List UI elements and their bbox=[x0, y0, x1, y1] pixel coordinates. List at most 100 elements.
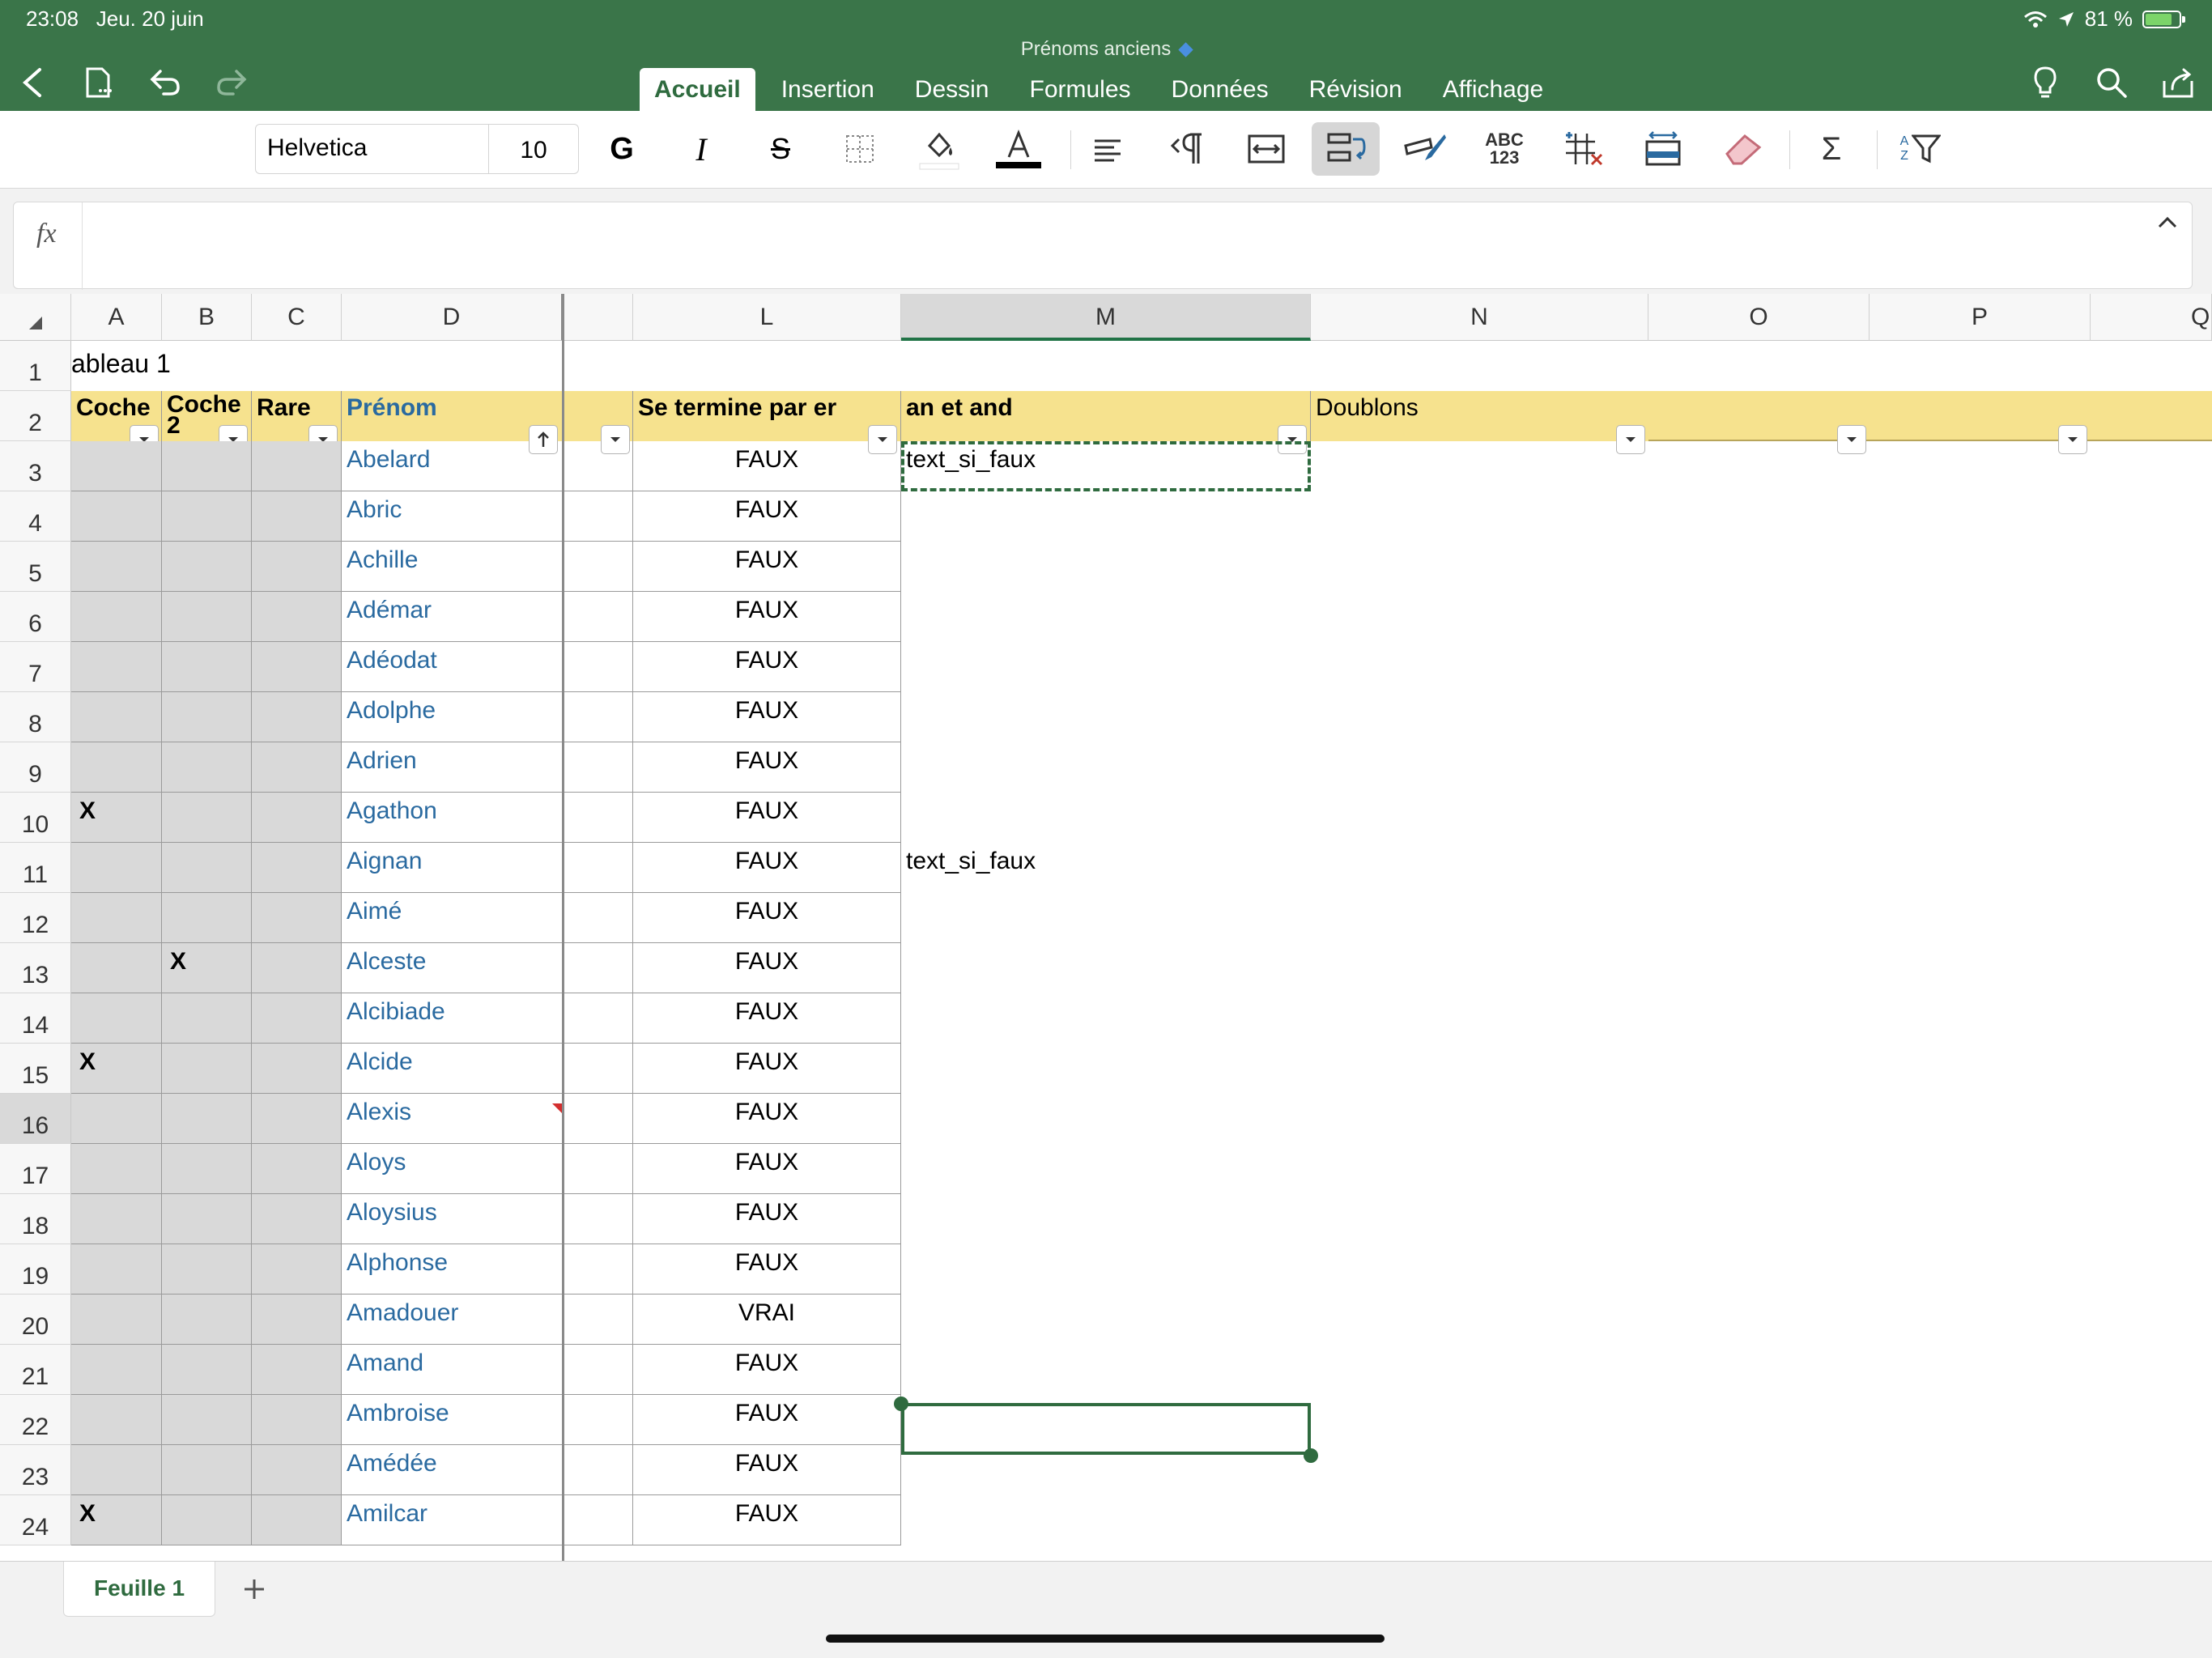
cell-hidden-gap[interactable] bbox=[563, 1345, 633, 1395]
file-menu-button[interactable] bbox=[76, 60, 121, 105]
cell-coche[interactable] bbox=[71, 742, 162, 793]
cell-coche-2[interactable] bbox=[162, 491, 252, 542]
cell-coche[interactable] bbox=[71, 1244, 162, 1295]
cell-hidden-gap[interactable] bbox=[563, 1445, 633, 1495]
cell-se-termine-par-er[interactable]: FAUX bbox=[633, 1044, 901, 1094]
cell-coche-2[interactable] bbox=[162, 1395, 252, 1445]
cell-hidden-gap[interactable] bbox=[563, 793, 633, 843]
share-button[interactable] bbox=[2155, 60, 2201, 105]
row-header[interactable]: 18 bbox=[0, 1194, 71, 1244]
cell-coche-2[interactable] bbox=[162, 642, 252, 692]
row-header[interactable]: 6 bbox=[0, 592, 71, 642]
column-header-p[interactable]: P bbox=[1870, 294, 2091, 341]
cell-rare[interactable] bbox=[252, 642, 342, 692]
row-header[interactable]: 21 bbox=[0, 1345, 71, 1395]
font-name-field[interactable]: Helvetica bbox=[256, 125, 489, 173]
cell-coche-2[interactable] bbox=[162, 592, 252, 642]
cell-se-termine-par-er[interactable]: FAUX bbox=[633, 692, 901, 742]
fill-color-button[interactable] bbox=[905, 122, 973, 176]
cell-se-termine-par-er[interactable]: FAUX bbox=[633, 1495, 901, 1545]
row-header[interactable]: 7 bbox=[0, 642, 71, 692]
selection-handle-bottom-right[interactable] bbox=[1304, 1448, 1318, 1463]
row-header[interactable]: 15 bbox=[0, 1044, 71, 1094]
cell-coche-2[interactable] bbox=[162, 1144, 252, 1194]
cell-coche[interactable] bbox=[71, 843, 162, 893]
cell-rare[interactable] bbox=[252, 1144, 342, 1194]
cell-coche[interactable] bbox=[71, 592, 162, 642]
cell-coche[interactable] bbox=[71, 1194, 162, 1244]
cell-prenom[interactable]: Amédée bbox=[342, 1445, 563, 1495]
tab-accueil[interactable]: Accueil bbox=[640, 68, 755, 111]
cell-prenom[interactable]: Alexis bbox=[342, 1094, 563, 1144]
cell-coche[interactable] bbox=[71, 642, 162, 692]
cell-prenom[interactable]: Achille bbox=[342, 542, 563, 592]
cell-coche-2[interactable] bbox=[162, 1495, 252, 1545]
cell-coche[interactable]: X bbox=[71, 793, 162, 843]
filter-dropdown-p[interactable] bbox=[2058, 425, 2087, 454]
row-header[interactable]: 9 bbox=[0, 742, 71, 793]
cell-se-termine-par-er[interactable]: FAUX bbox=[633, 592, 901, 642]
header-cell-n[interactable]: Doublons bbox=[1311, 391, 1648, 441]
cell-coche[interactable] bbox=[71, 1094, 162, 1144]
cell-coche[interactable] bbox=[71, 943, 162, 993]
cell-prenom[interactable]: Abelard bbox=[342, 441, 563, 491]
select-all-corner[interactable] bbox=[0, 294, 71, 341]
cell-prenom[interactable]: Aignan bbox=[342, 843, 563, 893]
cell-hidden-gap[interactable] bbox=[563, 843, 633, 893]
tab-revision[interactable]: Révision bbox=[1295, 68, 1417, 111]
cell-rare[interactable] bbox=[252, 592, 342, 642]
borders-button[interactable] bbox=[826, 122, 894, 176]
cell-coche[interactable] bbox=[71, 441, 162, 491]
cell-coche-2[interactable] bbox=[162, 1295, 252, 1345]
column-header-frozen-gap[interactable] bbox=[563, 294, 633, 341]
cell-hidden-gap[interactable] bbox=[563, 1144, 633, 1194]
cell-hidden-gap[interactable] bbox=[563, 1244, 633, 1295]
cell-hidden-gap[interactable] bbox=[563, 491, 633, 542]
sheet-tab-feuille-1[interactable]: Feuille 1 bbox=[63, 1562, 215, 1617]
cell-rare[interactable] bbox=[252, 1295, 342, 1345]
cell-coche[interactable] bbox=[71, 491, 162, 542]
cell-coche-2[interactable] bbox=[162, 1445, 252, 1495]
row-header[interactable]: 4 bbox=[0, 491, 71, 542]
cell-hidden-gap[interactable] bbox=[563, 1395, 633, 1445]
row-header[interactable]: 5 bbox=[0, 542, 71, 592]
cell-prenom[interactable]: Abric bbox=[342, 491, 563, 542]
cell-coche[interactable] bbox=[71, 993, 162, 1044]
selection-handle-top-left[interactable] bbox=[894, 1397, 908, 1411]
search-button[interactable] bbox=[2089, 60, 2134, 105]
comment-indicator[interactable] bbox=[552, 1103, 562, 1113]
back-button[interactable] bbox=[10, 60, 55, 105]
cell-coche-2[interactable] bbox=[162, 1044, 252, 1094]
cell-prenom[interactable]: Alcide bbox=[342, 1044, 563, 1094]
column-header-c[interactable]: C bbox=[252, 294, 342, 341]
cell-coche[interactable] bbox=[71, 542, 162, 592]
cell-coche-2[interactable] bbox=[162, 1194, 252, 1244]
cell-se-termine-par-er[interactable]: FAUX bbox=[633, 1244, 901, 1295]
cell-se-termine-par-er[interactable]: FAUX bbox=[633, 1445, 901, 1495]
row-header[interactable]: 13 bbox=[0, 943, 71, 993]
row-header[interactable]: 20 bbox=[0, 1295, 71, 1345]
cell-rare[interactable] bbox=[252, 742, 342, 793]
row-header[interactable]: 2 bbox=[0, 391, 71, 441]
cell-prenom[interactable]: Aloysius bbox=[342, 1194, 563, 1244]
wrap-text-button[interactable] bbox=[1312, 122, 1380, 176]
cell-coche[interactable]: X bbox=[71, 1495, 162, 1545]
bold-button[interactable]: G bbox=[588, 122, 656, 176]
column-header-l[interactable]: L bbox=[633, 294, 901, 341]
cell-rare[interactable] bbox=[252, 1445, 342, 1495]
cell-prenom[interactable]: Amand bbox=[342, 1345, 563, 1395]
cell-coche[interactable] bbox=[71, 1395, 162, 1445]
column-header-a[interactable]: A bbox=[71, 294, 162, 341]
cell-rare[interactable] bbox=[252, 491, 342, 542]
cell-rare[interactable] bbox=[252, 692, 342, 742]
number-format-button[interactable]: ABC 123 bbox=[1470, 122, 1538, 176]
cell-coche[interactable] bbox=[71, 893, 162, 943]
cell-se-termine-par-er[interactable]: FAUX bbox=[633, 943, 901, 993]
column-header-o[interactable]: O bbox=[1648, 294, 1870, 341]
cell-prenom[interactable]: Alceste bbox=[342, 943, 563, 993]
cell-se-termine-par-er[interactable]: FAUX bbox=[633, 843, 901, 893]
cell-rare[interactable] bbox=[252, 1345, 342, 1395]
chevron-up-icon[interactable] bbox=[2156, 214, 2179, 230]
cell-se-termine-par-er[interactable]: FAUX bbox=[633, 1144, 901, 1194]
cell-coche[interactable]: X bbox=[71, 1044, 162, 1094]
